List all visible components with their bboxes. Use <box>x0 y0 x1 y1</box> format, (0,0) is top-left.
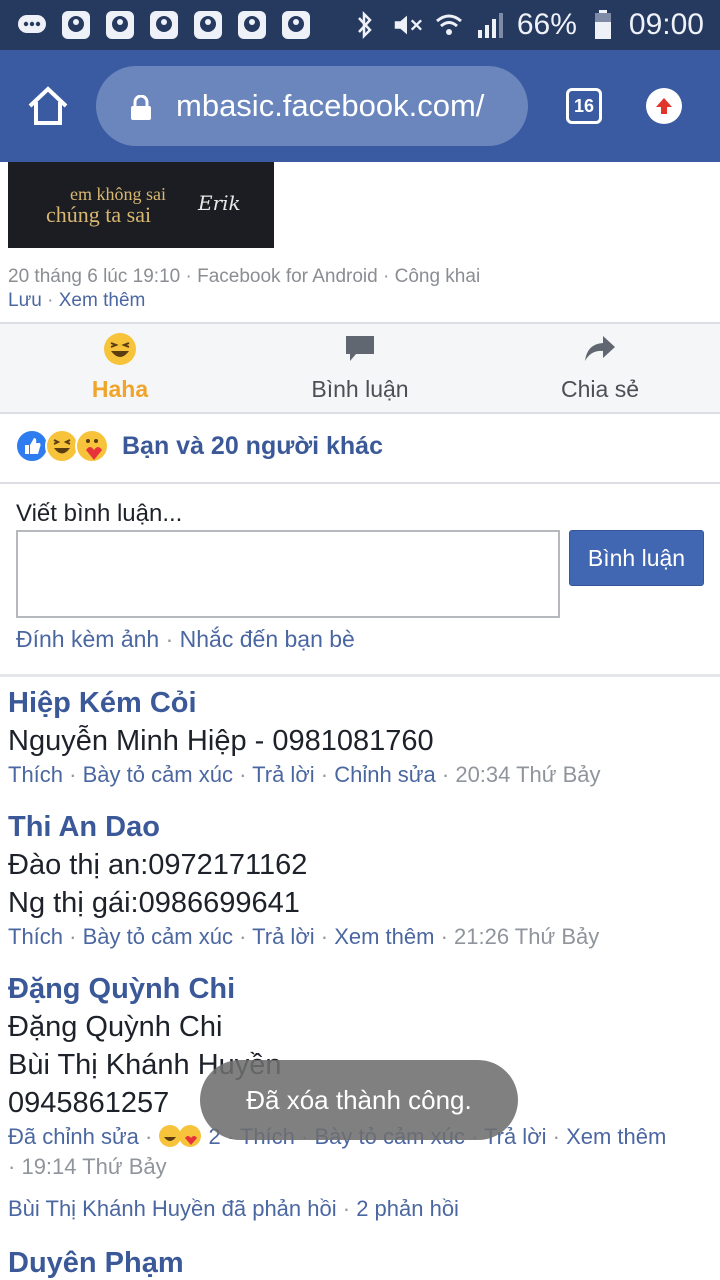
browser-toolbar: mbasic.facebook.com/ 16 <box>0 50 720 162</box>
status-bar: 66% 09:00 <box>0 0 720 50</box>
post-image-text-1: em không sai <box>70 184 166 204</box>
app-icon <box>192 9 224 41</box>
haha-emoji-icon <box>103 332 137 372</box>
comment-composer-label: Viết bình luận... <box>16 500 183 527</box>
post-comment-button[interactable]: Bình luận <box>569 530 704 586</box>
signal-icon <box>475 9 507 41</box>
messenger-icon <box>16 9 48 41</box>
edit-link[interactable]: Chỉnh sửa <box>334 762 436 787</box>
battery-percent: 66% <box>516 8 577 41</box>
divider <box>0 674 720 677</box>
notification-icons <box>16 9 312 41</box>
comment-time-row: · 19:14 Thứ Bảy <box>8 1154 167 1179</box>
attach-photo-link[interactable]: Đính kèm ảnh <box>16 626 159 652</box>
update-icon[interactable] <box>646 88 682 124</box>
comment-item: Duyên Phạm <box>8 1244 720 1280</box>
share-action-button[interactable]: Chia sẻ <box>480 334 720 403</box>
comment-actions: Thích · Bày tỏ cảm xúc · Trả lời · Chỉnh… <box>8 762 601 787</box>
battery-icon <box>587 9 619 41</box>
app-icon <box>148 9 180 41</box>
reply-link[interactable]: Trả lời <box>252 924 315 949</box>
comment-author[interactable]: Đặng Quỳnh Chi <box>8 970 720 1008</box>
wifi-icon <box>433 9 465 41</box>
post-source: Facebook for Android <box>197 266 378 287</box>
comment-text: Ng thị gái:0986699641 <box>8 887 300 919</box>
post-privacy: Công khai <box>394 266 481 287</box>
comment-time: 21:26 Thứ Bảy <box>454 924 600 949</box>
comment-text: Đào thị an:0972171162 <box>8 849 308 881</box>
reply-link[interactable]: Trả lời <box>252 762 315 787</box>
comment-author[interactable]: Thi An Dao <box>8 808 720 846</box>
app-icon <box>104 9 136 41</box>
comment-action-label: Bình luận <box>311 376 409 402</box>
replies-by: Bùi Thị Khánh Huyền đã phản hồi <box>8 1196 337 1221</box>
comment-text: Đặng Quỳnh Chi <box>8 1011 223 1043</box>
home-icon[interactable] <box>26 84 70 128</box>
see-more-link[interactable]: Xem thêm <box>566 1124 666 1149</box>
divider <box>0 482 720 484</box>
app-icon <box>236 9 268 41</box>
comment-action-button[interactable]: Bình luận <box>240 334 480 403</box>
react-link[interactable]: Bày tỏ cảm xúc <box>83 924 233 949</box>
haha-reaction-button[interactable]: Haha <box>0 332 240 403</box>
page-content: em không sai chúng ta sai Erik 20 tháng … <box>0 162 720 1280</box>
comment-item: Hiệp Kém Cỏi Nguyễn Minh Hiệp - 09810817… <box>8 684 720 790</box>
url-text: mbasic.facebook.com/ <box>176 88 485 123</box>
replies-summary[interactable]: Bùi Thị Khánh Huyền đã phản hồi · 2 phản… <box>8 1196 459 1222</box>
reactions-summary-text: Bạn và 20 người khác <box>122 431 383 460</box>
address-bar[interactable]: mbasic.facebook.com/ <box>96 66 528 146</box>
post-meta: 20 tháng 6 lúc 19:10 · Facebook for Andr… <box>8 266 481 287</box>
comment-item: Thi An Dao Đào thị an:0972171162 Ng thị … <box>8 808 720 952</box>
toast-message: Đã xóa thành công. <box>200 1060 518 1140</box>
reaction-icons <box>159 1125 202 1147</box>
comment-actions: Thích · Bày tỏ cảm xúc · Trả lời · Xem t… <box>8 924 600 949</box>
like-link[interactable]: Thích <box>8 762 63 787</box>
comment-input[interactable] <box>16 530 560 618</box>
comment-icon <box>344 334 376 370</box>
comment-author[interactable]: Hiệp Kém Cỏi <box>8 684 720 722</box>
like-link[interactable]: Thích <box>8 924 63 949</box>
clock: 09:00 <box>628 8 704 41</box>
tab-switcher-button[interactable]: 16 <box>566 88 602 124</box>
react-link[interactable]: Bày tỏ cảm xúc <box>83 762 233 787</box>
post-image[interactable]: em không sai chúng ta sai Erik <box>8 162 274 248</box>
lock-icon <box>130 93 152 120</box>
share-icon <box>583 334 617 370</box>
reaction-icons <box>15 429 109 463</box>
tab-count: 16 <box>573 95 595 116</box>
share-action-label: Chia sẻ <box>561 376 639 402</box>
post-image-text-2: chúng ta sai <box>46 202 151 227</box>
composer-links: Đính kèm ảnh · Nhắc đến bạn bè <box>16 626 355 652</box>
see-more-link[interactable]: Xem thêm <box>59 290 146 311</box>
save-link[interactable]: Lưu <box>8 290 42 311</box>
see-more-link[interactable]: Xem thêm <box>334 924 434 949</box>
reactions-summary[interactable]: Bạn và 20 người khác <box>14 426 383 466</box>
edited-label[interactable]: Đã chỉnh sửa <box>8 1124 139 1149</box>
post-image-signature: Erik <box>197 191 241 215</box>
comment-text: Nguyễn Minh Hiệp - 0981081760 <box>8 725 434 757</box>
post-links: Lưu · Xem thêm <box>8 290 146 311</box>
post-date[interactable]: 20 tháng 6 lúc 19:10 <box>8 266 180 287</box>
app-icon <box>60 9 92 41</box>
comment-time: 20:34 Thứ Bảy <box>455 762 601 787</box>
post-action-bar: Haha Bình luận Chia sẻ <box>0 322 720 414</box>
comment-time: 19:14 Thứ Bảy <box>21 1154 167 1179</box>
comment-author[interactable]: Duyên Phạm <box>8 1244 720 1280</box>
app-icon <box>280 9 312 41</box>
mute-icon <box>391 9 423 41</box>
haha-label: Haha <box>91 376 149 402</box>
replies-count: 2 phản hồi <box>356 1196 459 1221</box>
bluetooth-icon <box>349 9 381 41</box>
mention-friends-link[interactable]: Nhắc đến bạn bè <box>180 626 355 652</box>
